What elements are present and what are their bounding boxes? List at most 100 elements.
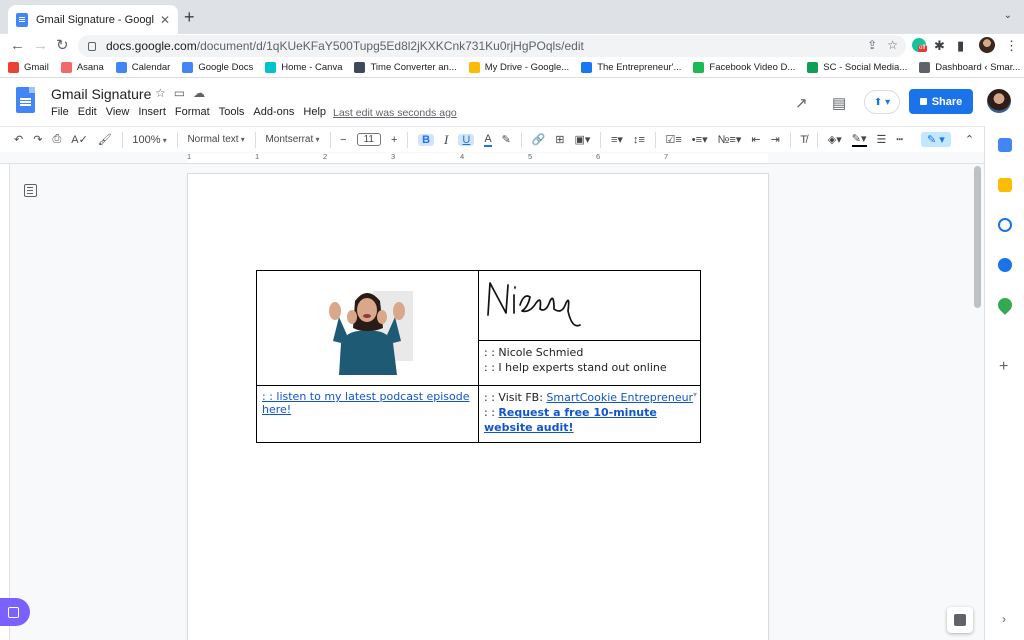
omnibox[interactable]: docs.google.com/document/d/1qKUeKFaY500T…: [78, 35, 906, 57]
vertical-scrollbar[interactable]: [974, 166, 981, 308]
spellcheck-icon[interactable]: A✓: [71, 133, 88, 146]
menu-item-edit[interactable]: Edit: [78, 106, 97, 118]
line-spacing-icon[interactable]: ↕≡: [633, 134, 645, 146]
browser-tab[interactable]: Gmail Signature - Google Docs ✕: [8, 5, 178, 34]
decrease-indent-icon[interactable]: ⇤: [751, 133, 760, 146]
name-tagline-cell[interactable]: : : Nicole Schmied : : I help experts st…: [478, 340, 701, 386]
menu-item-tools[interactable]: Tools: [219, 106, 245, 118]
podcast-link[interactable]: : : listen to my latest podcast episode …: [262, 390, 470, 416]
account-avatar[interactable]: [987, 89, 1011, 113]
menu-item-help[interactable]: Help: [303, 106, 326, 118]
bookmark-item[interactable]: Google Docs: [182, 62, 253, 73]
back-arrow-icon[interactable]: ←: [10, 37, 25, 55]
insert-link-icon[interactable]: 🔗: [532, 133, 546, 146]
paint-format-icon[interactable]: 🖌: [98, 133, 112, 146]
undo-icon[interactable]: ↶: [14, 133, 23, 146]
bookmark-item[interactable]: Calendar: [115, 62, 170, 73]
website-audit-link[interactable]: Request a free 10-minute website audit!: [484, 406, 657, 434]
italic-button[interactable]: I: [444, 132, 448, 148]
editing-mode-button[interactable]: ✎ ▾: [921, 132, 951, 147]
menu-item-insert[interactable]: Insert: [138, 106, 166, 118]
bold-button[interactable]: B: [418, 133, 435, 146]
meet-call-icon[interactable]: [0, 598, 30, 626]
google-contacts-icon[interactable]: [998, 258, 1012, 272]
google-tasks-icon[interactable]: [998, 218, 1012, 232]
font-size-input[interactable]: 11: [356, 133, 381, 146]
tab-search-chevron-icon[interactable]: ⌄: [1004, 10, 1012, 21]
border-color-icon[interactable]: ✎▾: [851, 132, 867, 147]
bookmark-item[interactable]: Gmail: [8, 62, 49, 73]
extensions-puzzle-icon[interactable]: ✱: [934, 38, 945, 54]
font-select[interactable]: Montserrat: [265, 134, 319, 145]
get-add-ons-plus-icon[interactable]: +: [999, 358, 1008, 376]
bookmark-item[interactable]: Time Converter an...: [354, 62, 457, 73]
bookmark-item[interactable]: My Drive - Google...: [468, 62, 569, 73]
menu-item-format[interactable]: Format: [175, 106, 210, 118]
collapse-menus-icon[interactable]: ⌃: [965, 133, 974, 146]
forward-arrow-icon[interactable]: →: [33, 37, 48, 55]
side-panel-icon[interactable]: ▮: [957, 38, 964, 54]
comments-icon[interactable]: ▤: [832, 94, 846, 112]
explore-button[interactable]: [947, 607, 973, 633]
bookmark-item[interactable]: SC - Social Media...: [807, 62, 907, 73]
menu-item-add-ons[interactable]: Add-ons: [253, 106, 294, 118]
podcast-cell[interactable]: : : listen to my latest podcast episode …: [256, 385, 479, 443]
zoom-select[interactable]: 100%: [132, 134, 166, 146]
present-button[interactable]: ⬆ ▾: [864, 90, 900, 114]
vertical-ruler[interactable]: [0, 164, 10, 640]
docs-logo-icon[interactable]: [16, 87, 35, 113]
handwritten-signature-cell[interactable]: [478, 270, 701, 341]
bulleted-list-icon[interactable]: •≡▾: [692, 133, 708, 146]
share-button[interactable]: Share: [909, 89, 973, 114]
google-keep-icon[interactable]: [998, 178, 1012, 192]
hide-side-panel-chevron-icon[interactable]: ›: [1002, 612, 1006, 626]
text-color-button[interactable]: A: [484, 133, 492, 147]
fill-color-icon[interactable]: ◈▾: [828, 133, 842, 146]
star-move-cloud-icons[interactable]: ☆▭☁: [155, 86, 213, 100]
links-cell[interactable]: : : Visit FB: SmartCookie Entrepreneur :…: [478, 385, 701, 443]
border-width-icon[interactable]: ☰: [877, 133, 887, 146]
google-maps-icon[interactable]: [995, 295, 1015, 315]
bookmark-item[interactable]: Dashboard ‹ Smar...: [919, 62, 1020, 73]
bookmark-item[interactable]: Asana: [60, 62, 104, 73]
google-calendar-icon[interactable]: [998, 138, 1012, 152]
horizontal-ruler[interactable]: 1 1 2 3 4 5 6 7: [0, 152, 984, 164]
redo-icon[interactable]: ↷: [33, 133, 42, 146]
print-icon[interactable]: ⎙: [52, 133, 61, 146]
bookmark-item[interactable]: Home - Canva: [265, 62, 342, 73]
signature-table[interactable]: : : Nicole Schmied : : I help experts st…: [256, 270, 701, 443]
document-title[interactable]: Gmail Signature: [51, 86, 151, 102]
menu-item-view[interactable]: View: [106, 106, 130, 118]
facebook-link[interactable]: SmartCookie Entrepreneur: [546, 391, 693, 404]
share-page-and-star-icons[interactable]: ⇪ ☆: [867, 38, 898, 52]
reload-icon[interactable]: ↻: [56, 37, 69, 55]
photo-cell[interactable]: [256, 270, 479, 386]
last-edit-link[interactable]: Last edit was seconds ago: [333, 107, 457, 119]
tab-close-icon[interactable]: ✕: [160, 13, 170, 27]
underline-button[interactable]: U: [458, 133, 475, 146]
insert-image-icon[interactable]: ▣▾: [574, 133, 590, 146]
new-tab-icon[interactable]: +: [184, 8, 195, 26]
ruler-number: 7: [664, 152, 669, 161]
increase-indent-icon[interactable]: ⇥: [771, 133, 780, 146]
activity-trend-icon[interactable]: ↗: [795, 94, 808, 112]
document-outline-icon[interactable]: [24, 184, 37, 197]
grammarly-extension-icon[interactable]: off: [912, 38, 927, 52]
menu-item-file[interactable]: File: [51, 106, 69, 118]
font-size-increase-button[interactable]: +: [391, 134, 397, 146]
browser-menu-icon[interactable]: ⋮: [1005, 38, 1018, 54]
paragraph-style-select[interactable]: Normal text: [187, 134, 244, 145]
add-comment-icon[interactable]: ⊞: [555, 133, 564, 146]
lock-icon[interactable]: [88, 41, 96, 51]
highlight-pen-icon[interactable]: ✎: [502, 133, 511, 146]
bookmark-item[interactable]: Facebook Video D...: [693, 62, 795, 73]
cell-menu-chevron-icon[interactable]: ▾: [693, 387, 697, 402]
bookmark-item[interactable]: The Entrepreneur'...: [581, 62, 681, 73]
checklist-icon[interactable]: ☑≡: [666, 133, 682, 146]
numbered-list-icon[interactable]: №≡▾: [718, 133, 742, 146]
align-icon[interactable]: ≡▾: [611, 133, 623, 146]
font-size-decrease-button[interactable]: −: [340, 134, 346, 146]
profile-avatar[interactable]: [979, 37, 995, 53]
border-dash-icon[interactable]: ┅: [896, 133, 903, 146]
clear-formatting-icon[interactable]: T̸: [800, 134, 807, 146]
